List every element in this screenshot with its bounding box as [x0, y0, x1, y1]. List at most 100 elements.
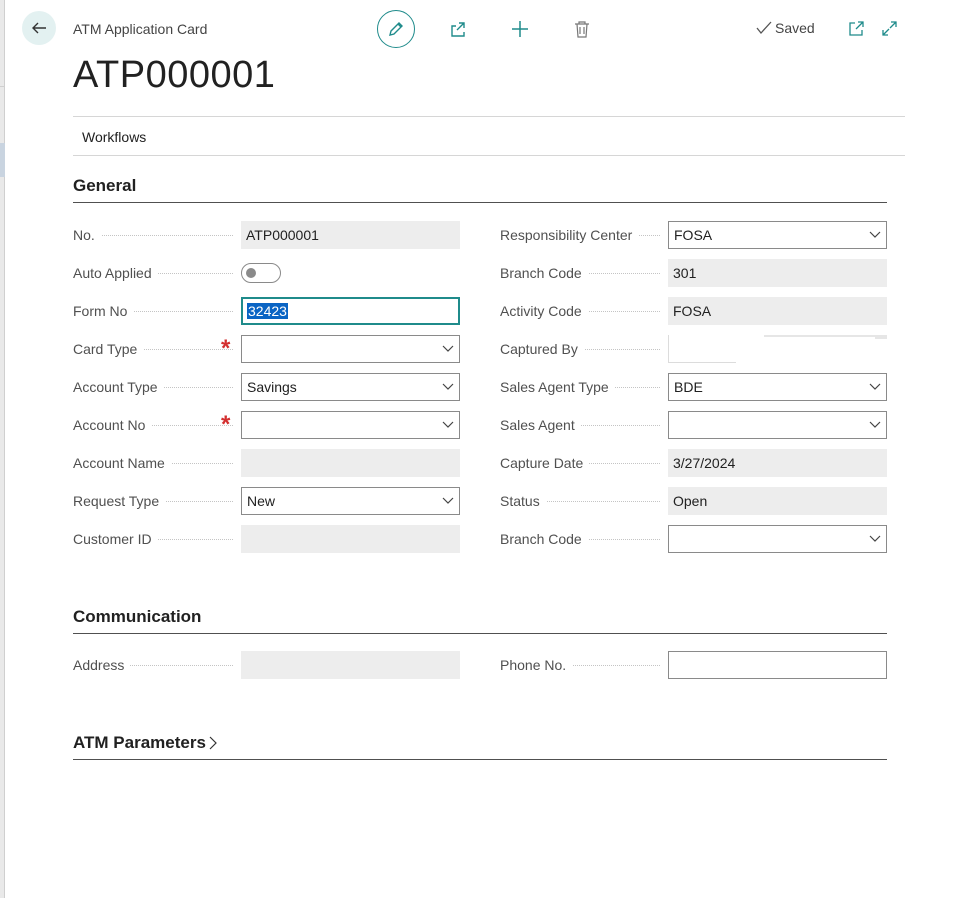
captured-by-value — [668, 335, 887, 363]
chevron-right-icon — [209, 736, 217, 750]
field-label: Account Name — [73, 455, 171, 471]
delete-button[interactable] — [569, 16, 595, 42]
background-page-edge — [0, 0, 5, 898]
pencil-icon — [389, 22, 403, 36]
field-form-no: Form No 32423 — [73, 297, 460, 325]
checkmark-icon — [756, 21, 772, 35]
phone-no-input[interactable] — [668, 651, 887, 679]
field-address: Address — [73, 651, 460, 679]
open-new-window-icon — [848, 20, 864, 36]
field-request-type: Request Type New — [73, 487, 460, 515]
field-label: Status — [500, 493, 546, 509]
chevron-down-icon — [869, 421, 881, 428]
field-sales-agent-type: Sales Agent Type BDE — [500, 373, 887, 401]
field-auto-applied: Auto Applied — [73, 259, 460, 287]
field-account-no: Account No * — [73, 411, 460, 439]
field-captured-by: Captured By — [500, 335, 887, 363]
expand-icon — [881, 20, 897, 36]
atm-parameters-label: ATM Parameters — [73, 733, 206, 752]
communication-section-heading[interactable]: Communication — [73, 607, 887, 634]
account-type-select[interactable]: Savings — [241, 373, 460, 401]
new-button[interactable] — [507, 16, 533, 42]
form-no-value: 32423 — [247, 303, 288, 319]
address-value — [241, 651, 460, 679]
auto-applied-toggle[interactable] — [241, 263, 281, 283]
request-type-value: New — [247, 493, 276, 509]
field-label: Activity Code — [500, 303, 588, 319]
chevron-down-icon — [869, 231, 881, 238]
back-arrow-icon — [32, 22, 46, 34]
branch-code-select[interactable] — [668, 525, 887, 553]
no-value: ATP000001 — [241, 221, 460, 249]
field-activity-code: Activity Code FOSA — [500, 297, 887, 325]
action-bar: Workflows — [73, 116, 905, 156]
general-section-heading[interactable]: General — [73, 176, 887, 203]
chevron-down-icon — [442, 345, 454, 352]
responsibility-center-select[interactable]: FOSA — [668, 221, 887, 249]
atm-parameters-section-heading[interactable]: ATM Parameters — [73, 733, 887, 760]
chevron-down-icon — [442, 383, 454, 390]
field-customer-id: Customer ID — [73, 525, 460, 553]
saved-status: Saved — [756, 20, 815, 36]
field-label: Form No — [73, 303, 134, 319]
customer-id-value — [241, 525, 460, 553]
responsibility-center-value: FOSA — [674, 227, 713, 243]
field-label: Responsibility Center — [500, 227, 639, 243]
field-label: Sales Agent — [500, 417, 581, 433]
request-type-select[interactable]: New — [241, 487, 460, 515]
field-account-name: Account Name — [73, 449, 460, 477]
open-in-new-window-button[interactable] — [844, 16, 868, 40]
back-button[interactable] — [22, 11, 56, 45]
chevron-down-icon — [869, 535, 881, 542]
field-no: No. ATP000001 — [73, 221, 460, 249]
sales-agent-select[interactable] — [668, 411, 887, 439]
form-no-input[interactable]: 32423 — [241, 297, 460, 325]
field-label: Account Type — [73, 379, 164, 395]
chevron-down-icon — [442, 421, 454, 428]
chevron-down-icon — [869, 383, 881, 390]
record-title: ATP000001 — [73, 54, 276, 96]
page-caption: ATM Application Card — [73, 21, 208, 37]
required-indicator: * — [221, 411, 231, 438]
field-label: Auto Applied — [73, 265, 158, 281]
field-responsibility-center: Responsibility Center FOSA — [500, 221, 887, 249]
field-label: No. — [73, 227, 101, 243]
plus-icon — [512, 21, 528, 37]
field-label: Card Type — [73, 341, 144, 357]
field-label: Account No — [73, 417, 152, 433]
field-label: Capture Date — [500, 455, 590, 471]
card-type-select[interactable] — [241, 335, 460, 363]
chevron-down-icon — [442, 497, 454, 504]
sales-agent-type-value: BDE — [674, 379, 703, 395]
sales-agent-type-select[interactable]: BDE — [668, 373, 887, 401]
field-branch-code-2: Branch Code — [500, 525, 887, 553]
field-sales-agent: Sales Agent — [500, 411, 887, 439]
field-label: Customer ID — [73, 531, 158, 547]
field-label: Captured By — [500, 341, 584, 357]
field-label: Phone No. — [500, 657, 573, 673]
field-card-type: Card Type * — [73, 335, 460, 363]
field-label: Branch Code — [500, 531, 588, 547]
account-name-value — [241, 449, 460, 477]
account-no-select[interactable] — [241, 411, 460, 439]
share-button[interactable] — [445, 16, 471, 42]
field-label: Address — [73, 657, 131, 673]
edit-button[interactable] — [377, 10, 415, 48]
expand-button[interactable] — [877, 16, 901, 40]
share-icon — [451, 22, 465, 37]
capture-date-value: 3/27/2024 — [668, 449, 887, 477]
required-indicator: * — [221, 335, 231, 362]
field-branch-code: Branch Code 301 — [500, 259, 887, 287]
trash-icon — [575, 21, 589, 38]
field-label: Request Type — [73, 493, 166, 509]
status-value: Open — [668, 487, 887, 515]
account-type-value: Savings — [247, 379, 297, 395]
workflows-action[interactable]: Workflows — [82, 129, 146, 145]
field-capture-date: Capture Date 3/27/2024 — [500, 449, 887, 477]
field-label: Branch Code — [500, 265, 588, 281]
field-phone-no: Phone No. — [500, 651, 887, 679]
field-status: Status Open — [500, 487, 887, 515]
saved-label: Saved — [775, 20, 815, 36]
field-label: Sales Agent Type — [500, 379, 615, 395]
branch-code-value: 301 — [668, 259, 887, 287]
